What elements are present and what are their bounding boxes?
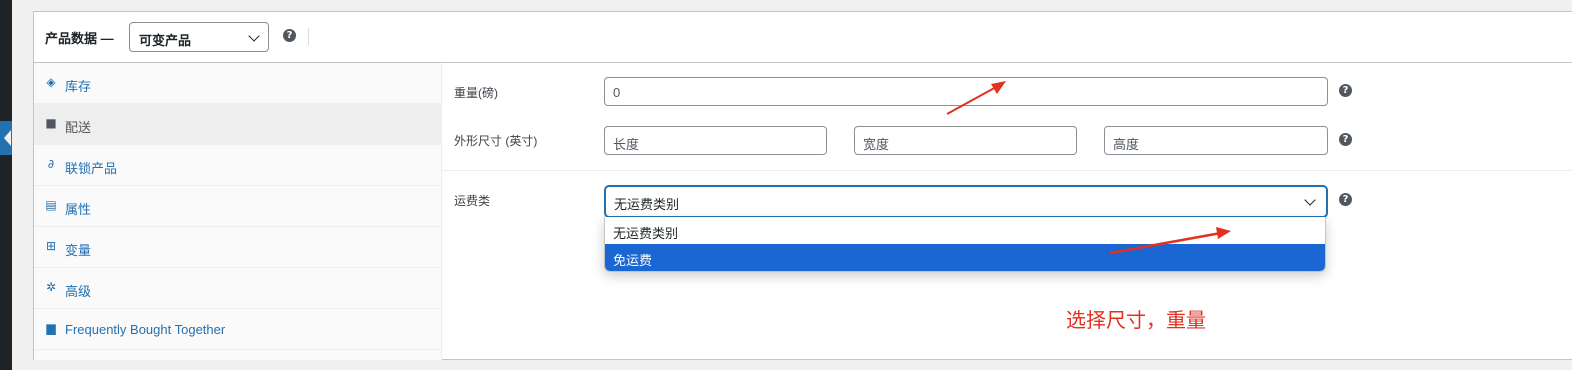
product-type-value: 可变产品 bbox=[139, 33, 192, 48]
option-label: 无运费类别 bbox=[613, 226, 679, 241]
gear-icon: ✲ bbox=[45, 280, 57, 294]
tab-advanced[interactable]: ✲ 高级 bbox=[34, 268, 441, 309]
panel-title: 产品数据 — bbox=[45, 31, 114, 46]
tab-label: 联锁产品 bbox=[65, 161, 118, 176]
panel-header: 产品数据 — 可变产品 ? bbox=[34, 12, 1572, 63]
product-data-tabs: ◈ 库存 ■ 配送 ∂ 联锁产品 ▤ 属性 ⊞ 变量 ✲ 高级 ▆ Freque… bbox=[34, 63, 442, 360]
question-circle-icon[interactable]: ? bbox=[1339, 193, 1352, 206]
lock-bag-icon: ▆ bbox=[46, 321, 56, 335]
length-input[interactable]: 长度 bbox=[604, 126, 827, 155]
width-input[interactable]: 宽度 bbox=[854, 126, 1077, 155]
tab-label: 配送 bbox=[65, 120, 92, 135]
weight-label: 重量(磅) bbox=[454, 86, 498, 100]
shipping-class-select[interactable]: 无运费类别 bbox=[605, 186, 1327, 217]
truck-icon: ■ bbox=[45, 116, 57, 130]
admin-sidebar-edge bbox=[0, 0, 12, 370]
tab-shipping[interactable]: ■ 配送 bbox=[34, 104, 441, 145]
tab-variations[interactable]: ⊞ 变量 bbox=[34, 227, 441, 268]
height-placeholder: 高度 bbox=[1113, 137, 1140, 152]
option-no-shipping-class[interactable]: 无运费类别 bbox=[605, 217, 1325, 244]
tab-label: Frequently Bought Together bbox=[65, 322, 226, 337]
list-view-icon: ▤ bbox=[45, 198, 57, 212]
chevron-down-icon bbox=[248, 30, 260, 42]
dimensions-label: 外形尺寸 (英寸) bbox=[454, 134, 538, 148]
header-divider bbox=[308, 28, 309, 45]
height-input[interactable]: 高度 bbox=[1104, 126, 1328, 155]
tab-frequently-bought-together[interactable]: ▆ Frequently Bought Together bbox=[34, 309, 441, 350]
option-free-shipping[interactable]: 免运费 bbox=[605, 244, 1325, 271]
length-placeholder: 长度 bbox=[613, 137, 640, 152]
question-circle-icon[interactable]: ? bbox=[283, 29, 296, 42]
chevron-down-icon bbox=[1304, 194, 1316, 206]
shipping-class-dropdown: 无运费类别 免运费 bbox=[604, 217, 1326, 272]
tag-icon: ◈ bbox=[46, 75, 56, 89]
section-divider bbox=[442, 170, 1572, 171]
collapse-arrow-icon[interactable] bbox=[0, 121, 12, 155]
product-data-panel: 产品数据 — 可变产品 ? ◈ 库存 ■ 配送 ∂ 联锁产品 ▤ 属性 ⊞ 变量 bbox=[33, 11, 1572, 360]
weight-input[interactable]: 0 bbox=[604, 77, 1328, 106]
shipping-class-value: 无运费类别 bbox=[614, 197, 680, 212]
shipping-panel: 重量(磅) 0 ? 外形尺寸 (英寸) 长度 宽度 高度 ? 运费类 无运费类别… bbox=[442, 63, 1572, 360]
width-placeholder: 宽度 bbox=[863, 137, 890, 152]
annotation-text: 选择尺寸，重量 bbox=[1066, 308, 1206, 332]
tab-inventory[interactable]: ◈ 库存 bbox=[34, 63, 441, 104]
product-type-select[interactable]: 可变产品 bbox=[129, 22, 269, 52]
tab-label: 库存 bbox=[65, 79, 92, 94]
question-circle-icon[interactable]: ? bbox=[1339, 84, 1352, 97]
shipping-class-label: 运费类 bbox=[454, 194, 491, 208]
tab-attributes[interactable]: ▤ 属性 bbox=[34, 186, 441, 227]
tab-label: 属性 bbox=[65, 202, 92, 217]
weight-value: 0 bbox=[613, 85, 621, 100]
link-icon: ∂ bbox=[47, 157, 55, 171]
question-circle-icon[interactable]: ? bbox=[1339, 133, 1352, 146]
option-label: 免运费 bbox=[613, 253, 653, 268]
tab-label: 高级 bbox=[65, 284, 92, 299]
tab-linked-products[interactable]: ∂ 联锁产品 bbox=[34, 145, 441, 186]
grid-icon: ⊞ bbox=[45, 239, 57, 253]
tab-label: 变量 bbox=[65, 243, 92, 258]
